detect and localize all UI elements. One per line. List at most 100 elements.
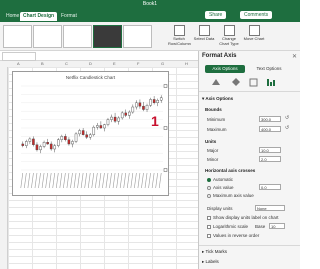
candle-body[interactable]	[81, 130, 85, 135]
x-tick-label-mark	[119, 172, 123, 189]
log-base-input[interactable]: 10	[269, 223, 285, 229]
candle-body[interactable]	[103, 124, 106, 129]
share-label: Share	[209, 12, 223, 18]
share-button[interactable]: Share	[205, 11, 227, 19]
candle-body[interactable]	[74, 133, 78, 142]
x-tick-label-mark	[126, 172, 130, 189]
x-tick-label-mark	[45, 172, 48, 189]
axis-options-icon[interactable]	[267, 79, 275, 86]
maximum-input[interactable]: 400.0	[259, 126, 281, 132]
axis-value-label: Axis value	[213, 185, 234, 190]
tick-marks-section[interactable]: ▸ Tick Marks	[202, 249, 227, 255]
display-units-select[interactable]: None	[255, 205, 285, 211]
candle-body[interactable]	[67, 139, 71, 145]
change-chart-type-button[interactable]: Change Chart Type	[218, 24, 240, 49]
automatic-radio[interactable]	[207, 178, 211, 182]
axis-options-section[interactable]: ▾ Axis Options	[202, 96, 233, 102]
reset-icon[interactable]: ↺	[285, 115, 289, 121]
candle-body[interactable]	[142, 105, 145, 110]
x-tick-label-mark	[70, 172, 73, 189]
labels-section[interactable]: ▸ Labels	[202, 259, 219, 265]
ribbon-tabs: Home Chart Design Format Share Comments	[0, 9, 300, 22]
candle-body[interactable]	[110, 116, 113, 120]
candle-body[interactable]	[92, 126, 96, 135]
minor-label: Minor	[207, 157, 219, 162]
tab-text-options[interactable]: Text Options	[249, 65, 289, 73]
candle-body[interactable]	[156, 100, 159, 104]
candle-body[interactable]	[25, 141, 28, 146]
log-scale-checkbox[interactable]	[207, 225, 211, 229]
axis-selection-handle[interactable]	[163, 84, 168, 88]
candle-body[interactable]	[71, 141, 74, 145]
candle-body[interactable]	[78, 130, 81, 135]
switch-row-column-button[interactable]: Switch Row/Column	[168, 24, 191, 49]
axis-selection-handle[interactable]	[163, 168, 168, 172]
x-tick-label-mark	[134, 172, 137, 189]
labels-heading: Labels	[205, 259, 219, 264]
candle-body[interactable]	[21, 143, 25, 146]
candle-body[interactable]	[135, 102, 138, 108]
axis-value-radio[interactable]	[207, 186, 211, 190]
chart-style-thumb-1[interactable]	[3, 25, 32, 48]
candle-body[interactable]	[96, 125, 99, 128]
candle-body[interactable]	[99, 125, 103, 129]
candle-body[interactable]	[138, 102, 142, 107]
reset-icon[interactable]: ↺	[285, 125, 289, 131]
maximum-label: Maximum	[207, 127, 227, 132]
candlestick-plot[interactable]	[13, 72, 168, 195]
candle-body[interactable]	[42, 142, 46, 147]
candle-body[interactable]	[145, 105, 149, 110]
show-units-label-checkbox[interactable]	[207, 216, 211, 220]
reverse-order-checkbox[interactable]	[207, 234, 211, 238]
tab-chart-design[interactable]: Chart Design	[20, 12, 58, 21]
fill-line-icon[interactable]	[212, 79, 220, 85]
candle-body[interactable]	[85, 134, 88, 138]
x-tick-label-mark	[63, 172, 66, 189]
close-icon[interactable]: ✕	[292, 53, 297, 60]
chart-style-thumb-2[interactable]	[33, 25, 62, 48]
candle-body[interactable]	[88, 134, 92, 138]
comments-button[interactable]: Comments	[240, 11, 273, 19]
candle-body[interactable]	[124, 112, 127, 116]
maximum-axis-value-radio[interactable]	[207, 194, 211, 198]
x-tick-label-mark	[24, 172, 27, 189]
candle-body[interactable]	[49, 143, 53, 150]
candle-body[interactable]	[46, 142, 49, 145]
chart-style-thumb-4[interactable]	[93, 25, 122, 48]
candle-body[interactable]	[28, 138, 32, 142]
move-chart-label: Move Chart	[243, 36, 265, 41]
candle-body[interactable]	[152, 99, 156, 104]
effects-icon[interactable]	[232, 78, 240, 86]
candle-body[interactable]	[113, 116, 117, 122]
candle-body[interactable]	[120, 112, 124, 119]
candle-body[interactable]	[53, 145, 56, 150]
select-data-button[interactable]: Select Data	[193, 24, 215, 49]
tab-axis-options[interactable]: Axis Options	[205, 65, 245, 73]
chart-area[interactable]: Netflix Candlestick Chart	[12, 71, 169, 196]
candle-body[interactable]	[39, 146, 42, 151]
move-chart-button[interactable]: Move Chart	[243, 24, 265, 49]
tab-format[interactable]: Format	[58, 12, 80, 21]
candle-body[interactable]	[106, 119, 110, 125]
candle-body[interactable]	[128, 111, 131, 116]
axis-selection-handle[interactable]	[163, 126, 168, 130]
chart-style-thumb-5[interactable]	[123, 25, 152, 48]
axis-value-input[interactable]: 0.0	[259, 184, 281, 190]
candle-body[interactable]	[149, 99, 152, 106]
candle-body[interactable]	[57, 139, 60, 146]
candle-body[interactable]	[35, 144, 39, 151]
major-input[interactable]: 10.0	[259, 147, 281, 153]
candle-body[interactable]	[32, 138, 35, 145]
name-box[interactable]	[2, 52, 36, 61]
candle-body[interactable]	[64, 136, 67, 140]
candle-body[interactable]	[60, 136, 64, 140]
candle-body[interactable]	[117, 117, 120, 122]
candle-body[interactable]	[131, 106, 135, 113]
chart-style-thumb-3[interactable]	[63, 25, 92, 48]
minimum-input[interactable]: 300.0	[259, 116, 281, 122]
x-tick-label-mark	[66, 172, 70, 189]
minor-input[interactable]: 2.0	[259, 156, 281, 162]
size-properties-icon[interactable]	[249, 78, 258, 87]
candle-body[interactable]	[159, 97, 163, 101]
x-tick-label-mark	[102, 172, 105, 189]
